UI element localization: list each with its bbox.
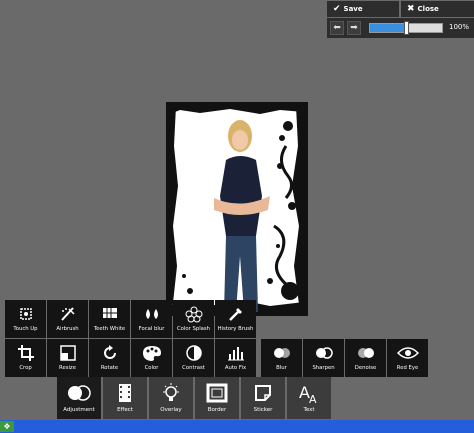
airbrush-icon [60,307,75,321]
tool-label: Sharpen [312,365,335,371]
crop-icon [17,345,34,361]
tool-airbrush[interactable]: Airbrush [47,300,88,338]
tool-resize[interactable]: Resize [47,339,88,377]
lightbulb-icon [163,383,179,401]
tool-focal-blur[interactable]: Focal blur [131,300,172,338]
blur-icon [273,348,290,358]
tool-rotate[interactable]: Rotate [89,339,130,377]
tab-text[interactable]: AA Text [287,377,331,419]
sticker-icon [255,385,271,401]
arrow-left-icon: ⬅ [333,23,341,33]
tab-label: Sticker [253,407,273,413]
tool-sharpen[interactable]: Sharpen [303,339,344,377]
svg-text:A: A [309,393,317,404]
zoom-bar: ⬅ ➡ 100% [327,18,474,38]
undo-button[interactable]: ⬅ [330,21,344,35]
tab-overlay[interactable]: Overlay [149,377,193,419]
tool-label: History Brush [217,326,254,332]
close-icon: ✖ [407,4,415,14]
palette-icon [142,346,161,361]
tool-label: Denoise [354,365,377,371]
tool-label: Color Splash [176,326,211,332]
tool-color-splash[interactable]: Color Splash [173,300,214,338]
redo-button[interactable]: ➡ [347,21,361,35]
start-button[interactable]: ❖ [0,421,14,432]
zoom-slider-fill [370,24,406,32]
tool-label: Focal blur [138,326,165,332]
denoise-icon [357,348,374,358]
focal-blur-icon [145,309,158,319]
windows-logo-icon: ❖ [3,422,11,431]
tool-denoise[interactable]: Denoise [345,339,386,377]
tool-label: Blur [276,365,287,371]
save-button[interactable]: ✔ Save [327,1,399,17]
tool-red-eye[interactable]: Red Eye [387,339,428,377]
history-brush-icon [228,308,242,321]
tab-label: Border [207,407,227,413]
tool-label: Auto Fix [224,365,247,371]
tab-sticker[interactable]: Sticker [241,377,285,419]
sharpen-icon [315,347,333,359]
teeth-white-icon [102,308,117,318]
tab-label: Adjustment [63,407,95,413]
tool-contrast[interactable]: Contrast [173,339,214,377]
checkmark-icon: ✔ [333,4,341,14]
editor-toolbar: ✔ Save ✖ Close ⬅ ➡ 100% [327,0,474,39]
close-label: Close [417,5,439,13]
tab-label: Text [303,407,315,413]
touch-up-icon [19,308,32,320]
tool-blur[interactable]: Blur [261,339,302,377]
tool-label: Red Eye [396,365,419,371]
adjustment-icon [68,385,91,401]
tab-adjustment[interactable]: Adjustment [57,377,101,419]
zoom-slider[interactable] [369,21,443,35]
photo-image [170,106,304,312]
tab-border[interactable]: Border [195,377,239,419]
red-eye-icon [396,347,419,359]
text-icon: AA [299,383,317,404]
tool-auto-fix[interactable]: Auto Fix [215,339,256,377]
tab-label: Overlay [160,407,182,413]
tool-label: Rotate [100,365,119,371]
auto-fix-icon [227,347,244,361]
tool-label: Touch Up [13,326,38,332]
color-splash-icon [185,306,202,323]
tool-touch-up[interactable]: Touch Up [5,300,46,338]
resize-icon [59,345,76,361]
tab-effect[interactable]: Effect [103,377,147,419]
tab-label: Effect [117,407,133,413]
tool-teeth-white[interactable]: Teeth White [89,300,130,338]
tool-label: Crop [19,365,32,371]
rotate-icon [103,345,116,359]
contrast-icon [185,345,202,361]
tool-label: Contrast [182,365,205,371]
save-label: Save [343,5,363,13]
photo-canvas[interactable] [166,102,308,316]
tool-label: Teeth White [93,326,126,332]
os-taskbar: ❖ [0,420,474,433]
tool-label: Resize [59,365,76,371]
arrow-right-icon: ➡ [350,23,358,33]
zoom-slider-handle[interactable] [404,21,409,35]
tool-crop[interactable]: Crop [5,339,46,377]
tool-label: Airbrush [56,326,79,332]
film-icon [119,384,131,402]
tool-history-brush[interactable]: History Brush [215,300,256,338]
tool-label: Color [144,365,159,371]
zoom-level: 100% [448,23,469,31]
close-button[interactable]: ✖ Close [401,1,474,17]
tool-color[interactable]: Color [131,339,172,377]
border-icon [206,383,228,403]
